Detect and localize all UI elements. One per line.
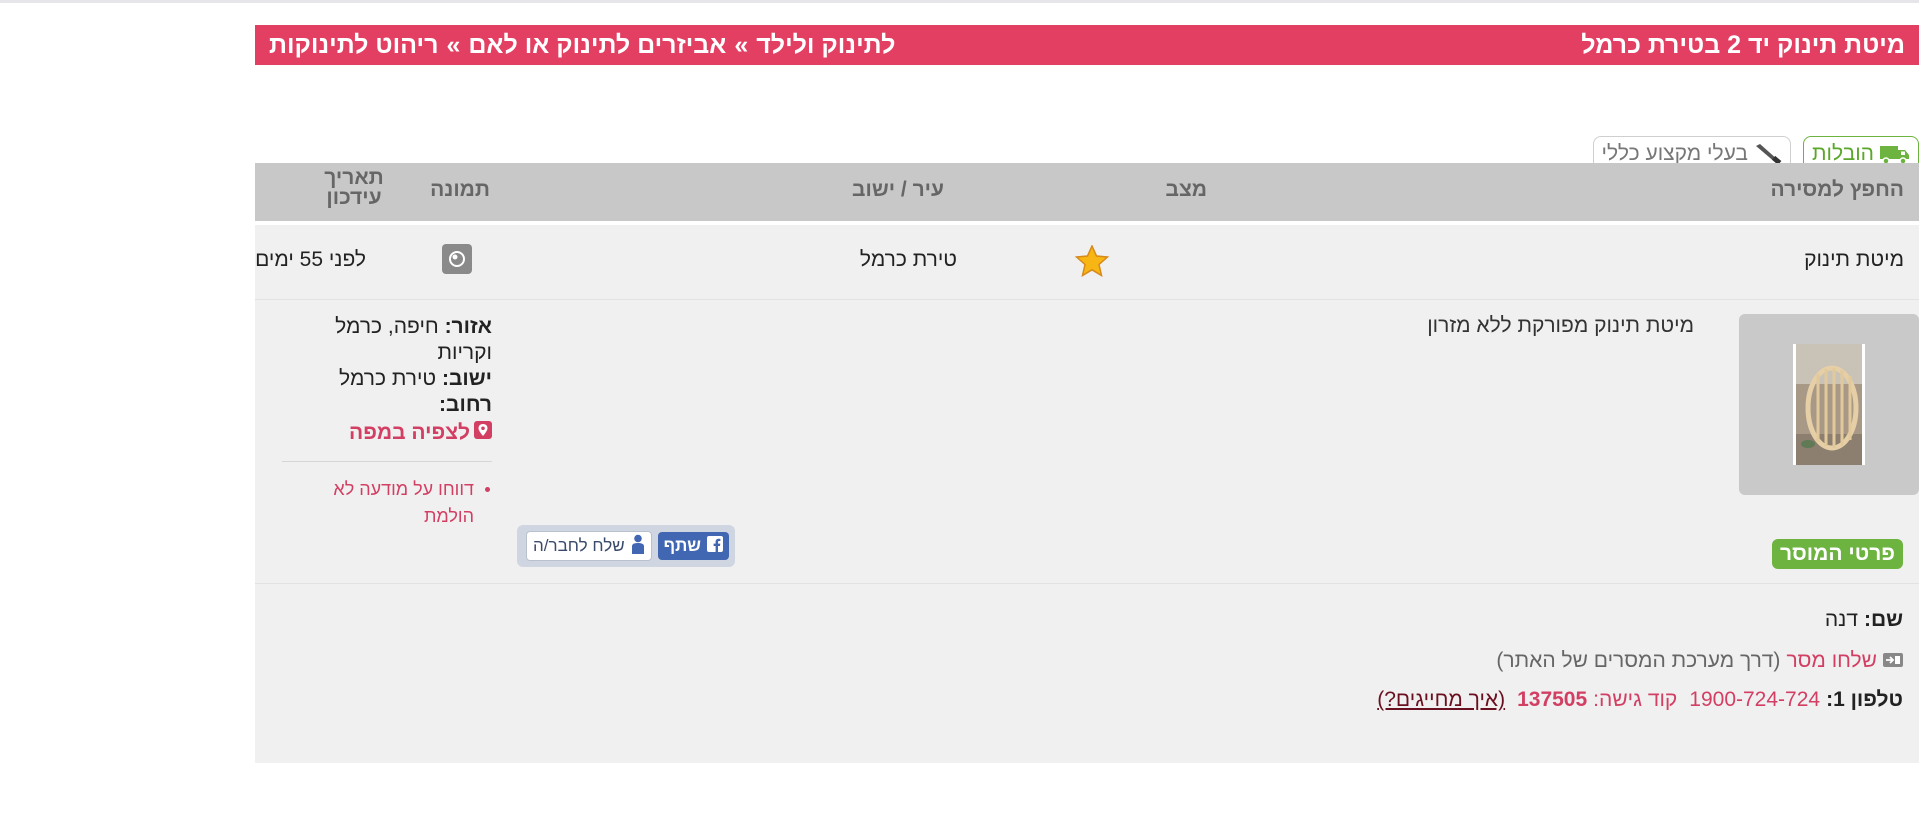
page-title: מיטת תינוק יד 2 בטירת כרמל: [1581, 30, 1905, 59]
top-border: [0, 0, 1919, 3]
phone-label: טלפון 1:: [1826, 688, 1903, 711]
area-label: אזור:: [444, 315, 492, 338]
header-condition[interactable]: מצב: [1166, 178, 1207, 202]
map-link-label: לצפיה במפה: [349, 421, 470, 444]
access-code-label: קוד גישה:: [1593, 688, 1678, 711]
table-row[interactable]: מיטת תינוק טירת כרמל לפני 55 ימים: [255, 225, 1919, 300]
send-to-friend-button[interactable]: שלח לחבר/ה: [526, 531, 652, 561]
seller-name-value: דנה: [1824, 608, 1858, 631]
listing-page: מיטת תינוק יד 2 בטירת כרמל לתינוק ולילד …: [255, 25, 1919, 763]
title-bar: מיטת תינוק יד 2 בטירת כרמל לתינוק ולילד …: [255, 25, 1919, 65]
breadcrumb-separator: »: [734, 30, 749, 59]
area-line: אזור: חיפה, כרמל וקריות: [282, 314, 492, 366]
crib-photo: [1793, 344, 1865, 465]
map-pin-icon: [474, 420, 492, 446]
category-row: הובלות בעלי מקצוע כללי: [255, 65, 1919, 172]
header-photo: תמונה: [430, 178, 490, 201]
photo-icon[interactable]: [442, 244, 472, 274]
row-item[interactable]: מיטת תינוק: [1804, 248, 1904, 272]
report-ad-link[interactable]: דווחו על מודעה לא הולמת: [282, 476, 492, 530]
breadcrumb-baby-furniture[interactable]: ריהוט לתינוקות: [269, 31, 438, 60]
send-message-link[interactable]: שלחו מסר: [1786, 649, 1877, 673]
envelope-icon: [1883, 649, 1903, 673]
location-info: אזור: חיפה, כרמל וקריות ישוב: טירת כרמל …: [282, 314, 492, 530]
listing-photo[interactable]: [1739, 314, 1919, 495]
seller-name-line: שם: דנה: [1825, 608, 1903, 632]
header-item[interactable]: החפץ למסירה: [1771, 178, 1905, 202]
facebook-share-label: שתף: [663, 536, 701, 555]
seller-details-button[interactable]: פרטי המוסר: [1772, 539, 1903, 569]
send-to-friend-label: שלח לחבר/ה: [533, 536, 625, 555]
seller-name-label: שם:: [1863, 608, 1903, 631]
header-date[interactable]: תאריך עידכון: [319, 167, 389, 208]
breadcrumb-accessories[interactable]: אביזרים לתינוק או לאם: [468, 31, 726, 60]
person-icon: [631, 534, 645, 559]
share-box: שתף שלח לחבר/ה: [517, 525, 735, 567]
street-label: רחוב:: [439, 393, 492, 416]
row-city: טירת כרמל: [859, 248, 957, 271]
city-label: ישוב:: [441, 367, 492, 390]
row-date: לפני 55 ימים: [255, 248, 366, 271]
message-note: (דרך מערכת המסרים של האתר): [1496, 649, 1781, 672]
seller-details: שם: דנה שלחו מסר (דרך מערכת המסרים של הא…: [255, 584, 1919, 763]
divider: [282, 461, 492, 462]
facebook-icon: [707, 535, 723, 557]
map-link[interactable]: לצפיה במפה: [282, 420, 492, 446]
access-code: 137505: [1517, 688, 1588, 711]
city-line: ישוב: טירת כרמל: [282, 366, 492, 392]
facebook-share-button[interactable]: שתף: [657, 532, 729, 560]
table-header: החפץ למסירה מצב עיר / ישוב תמונה תאריך ע…: [255, 163, 1919, 221]
truck-icon: [1880, 143, 1910, 165]
star-icon: [1074, 244, 1110, 283]
breadcrumb: לתינוק ולילד » אביזרים לתינוק או לאם » ר…: [269, 31, 895, 60]
phone-number[interactable]: 1900-724-724: [1689, 688, 1820, 712]
header-city[interactable]: עיר / ישוב: [852, 178, 944, 202]
listing-description: מיטת תינוק מפורקת ללא מזרון: [1427, 314, 1694, 337]
breadcrumb-baby-child[interactable]: לתינוק ולילד: [756, 31, 895, 60]
city-value: טירת כרמל: [339, 367, 437, 390]
seller-message-line: שלחו מסר (דרך מערכת המסרים של האתר): [1496, 649, 1903, 673]
street-line: רחוב:: [282, 392, 492, 418]
listing-details: מיטת תינוק מפורקת ללא מזרון אזור: חיפה, …: [255, 300, 1919, 584]
breadcrumb-separator: »: [446, 30, 461, 59]
dialing-info-link[interactable]: (איך מחייגים?): [1377, 688, 1505, 712]
seller-phone-line: טלפון 1: 1900-724-724 קוד גישה: 137505 (…: [1377, 688, 1903, 712]
